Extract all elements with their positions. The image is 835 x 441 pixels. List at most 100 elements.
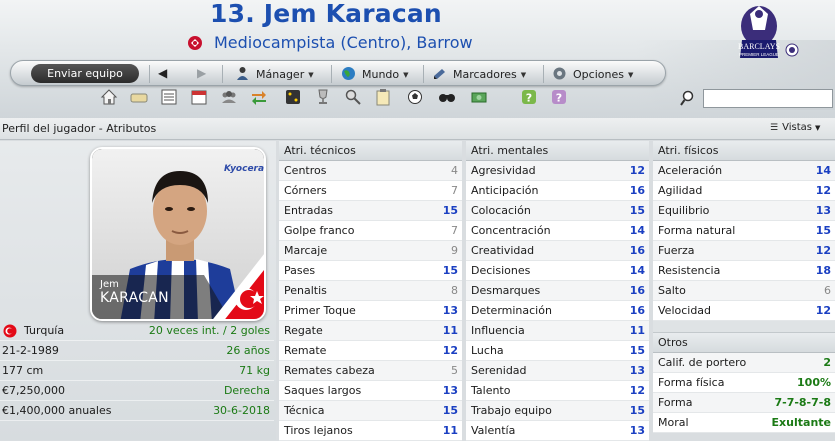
search-icon[interactable] xyxy=(680,89,698,107)
technical-attribute-row[interactable]: Golpe franco 7 xyxy=(279,221,462,241)
forward-arrow-icon[interactable]: ▶ xyxy=(197,66,206,80)
subtitle-text[interactable]: Mediocampista (Centro), Barrow xyxy=(214,33,473,52)
attribute-value: 16 xyxy=(629,304,645,317)
mental-attribute-row[interactable]: Influencia 11 xyxy=(466,321,649,341)
back-arrow-icon[interactable]: ◀ xyxy=(158,66,167,80)
options-icon xyxy=(553,67,566,80)
physical-attribute-row[interactable]: Equilibrio 13 xyxy=(653,201,835,221)
technical-attribute-row[interactable]: Entradas 15 xyxy=(279,201,462,221)
mental-attribute-row[interactable]: Desmarques 16 xyxy=(466,281,649,301)
trophy-icon[interactable] xyxy=(314,88,332,106)
physical-attribute-row[interactable]: Forma natural 15 xyxy=(653,221,835,241)
section-title: Perfil del jugador - Atributos xyxy=(2,122,157,135)
views-dropdown[interactable]: ☰ Vistas ▼ xyxy=(770,122,820,133)
inbox-icon[interactable] xyxy=(130,88,148,106)
attribute-value: 100% xyxy=(797,376,831,389)
squad-icon[interactable] xyxy=(220,88,238,106)
physical-attribute-row[interactable]: Agilidad 12 xyxy=(653,181,835,201)
help-icon[interactable]: ? xyxy=(520,88,538,106)
continue-button[interactable]: Enviar equipo xyxy=(31,64,139,83)
technical-attribute-row[interactable]: Saques largos 13 xyxy=(279,381,462,401)
attribute-value: 15 xyxy=(629,404,645,417)
physical-attribute-row[interactable]: Aceleración 14 xyxy=(653,161,835,181)
news-icon[interactable] xyxy=(160,88,178,106)
mental-attribute-row[interactable]: Trabajo equipo 15 xyxy=(466,401,649,421)
match-ball-icon[interactable] xyxy=(406,88,424,106)
physical-heading: Atri. físicos xyxy=(653,141,835,161)
mental-attribute-row[interactable]: Anticipación 16 xyxy=(466,181,649,201)
nav-world[interactable]: Mundo ▼ xyxy=(341,66,409,82)
info-height: 177 cm 71 kg xyxy=(0,361,274,381)
chevron-down-icon: ▼ xyxy=(520,71,527,79)
home-icon[interactable] xyxy=(100,88,118,106)
technical-attribute-row[interactable]: Remate 12 xyxy=(279,341,462,361)
attribute-value: 13 xyxy=(442,304,458,317)
attribute-label: Entradas xyxy=(284,204,333,217)
physical-attribute-row[interactable]: Salto 6 xyxy=(653,281,835,301)
tactics-icon[interactable] xyxy=(284,88,302,106)
attribute-label: Pases xyxy=(284,264,316,277)
transfer-icon[interactable] xyxy=(250,88,268,106)
technical-attribute-row[interactable]: Penaltis 8 xyxy=(279,281,462,301)
attribute-label: Penaltis xyxy=(284,284,327,297)
technical-attribute-row[interactable]: Tiros lejanos 11 xyxy=(279,421,462,441)
mental-attribute-row[interactable]: Lucha 15 xyxy=(466,341,649,361)
list-view-icon: ☰ xyxy=(770,123,779,133)
info-birthdate: 21-2-1989 26 años xyxy=(0,341,274,361)
other-attribute-row[interactable]: Forma 7-7-8-7-8 xyxy=(653,393,835,413)
attribute-value: 13 xyxy=(815,204,831,217)
physical-attribute-row[interactable]: Velocidad 12 xyxy=(653,301,835,321)
technical-attribute-row[interactable]: Primer Toque 13 xyxy=(279,301,462,321)
mental-attributes: Atri. mentales Agresividad 12 Anticipación… xyxy=(466,141,649,441)
mental-attribute-row[interactable]: Determinación 16 xyxy=(466,301,649,321)
attribute-label: Forma xyxy=(658,396,693,409)
mental-attribute-row[interactable]: Concentración 14 xyxy=(466,221,649,241)
mental-attribute-row[interactable]: Decisiones 14 xyxy=(466,261,649,281)
technical-attribute-row[interactable]: Remates cabeza 5 xyxy=(279,361,462,381)
technical-attribute-row[interactable]: Centros 4 xyxy=(279,161,462,181)
section-bar: Perfil del jugador - Atributos ☰ Vistas ▼ xyxy=(0,118,835,140)
attribute-value: 7 xyxy=(451,224,458,237)
technical-attribute-row[interactable]: Marcaje 9 xyxy=(279,241,462,261)
other-heading: Otros xyxy=(653,333,835,353)
scouting-icon[interactable] xyxy=(344,88,362,106)
technical-heading: Atri. técnicos xyxy=(279,141,462,161)
mental-attribute-row[interactable]: Creatividad 16 xyxy=(466,241,649,261)
physical-attributes: Atri. físicos Aceleración 14 Agilidad 12 Equ… xyxy=(653,141,835,433)
attribute-label: Técnica xyxy=(284,404,325,417)
attribute-value: 13 xyxy=(629,424,645,437)
nav-bookmarks[interactable]: Marcadores ▼ xyxy=(432,66,526,82)
other-attribute-row[interactable]: Calif. de portero 2 xyxy=(653,353,835,373)
mental-attribute-row[interactable]: Colocación 15 xyxy=(466,201,649,221)
mental-heading: Atri. mentales xyxy=(466,141,649,161)
technical-attribute-row[interactable]: Córners 7 xyxy=(279,181,462,201)
other-attribute-row[interactable]: Moral Exultante xyxy=(653,413,835,433)
mental-attribute-row[interactable]: Agresividad 12 xyxy=(466,161,649,181)
attribute-value: 15 xyxy=(629,204,645,217)
physical-attribute-row[interactable]: Fuerza 12 xyxy=(653,241,835,261)
nav-separator xyxy=(222,65,223,83)
attribute-value: 15 xyxy=(442,204,458,217)
nav-manager[interactable]: Mánager ▼ xyxy=(235,66,314,82)
attribute-label: Golpe franco xyxy=(284,224,355,237)
binoculars-icon[interactable] xyxy=(438,88,456,106)
search-input[interactable] xyxy=(703,89,833,108)
info-nationality[interactable]: Turquía 20 veces int. / 2 goles xyxy=(0,321,274,341)
attribute-value: 12 xyxy=(442,344,458,357)
technical-attribute-row[interactable]: Regate 11 xyxy=(279,321,462,341)
physical-attribute-row[interactable]: Resistencia 18 xyxy=(653,261,835,281)
nav-options[interactable]: Opciones ▼ xyxy=(552,66,633,82)
page-subtitle[interactable]: Mediocampista (Centro), Barrow xyxy=(188,33,473,52)
mental-attribute-row[interactable]: Valentía 13 xyxy=(466,421,649,441)
mental-attribute-row[interactable]: Talento 12 xyxy=(466,381,649,401)
other-attribute-row[interactable]: Forma física 100% xyxy=(653,373,835,393)
technical-attributes: Atri. técnicos Centros 4 Córners 7 Entradas 1… xyxy=(279,141,462,441)
clipboard-icon[interactable] xyxy=(374,88,392,106)
info-icon[interactable]: ? xyxy=(550,88,568,106)
finances-icon[interactable] xyxy=(470,88,488,106)
mental-attribute-row[interactable]: Serenidad 13 xyxy=(466,361,649,381)
technical-attribute-row[interactable]: Técnica 15 xyxy=(279,401,462,421)
calendar-icon[interactable] xyxy=(190,88,208,106)
attribute-label: Forma física xyxy=(658,376,725,389)
technical-attribute-row[interactable]: Pases 15 xyxy=(279,261,462,281)
